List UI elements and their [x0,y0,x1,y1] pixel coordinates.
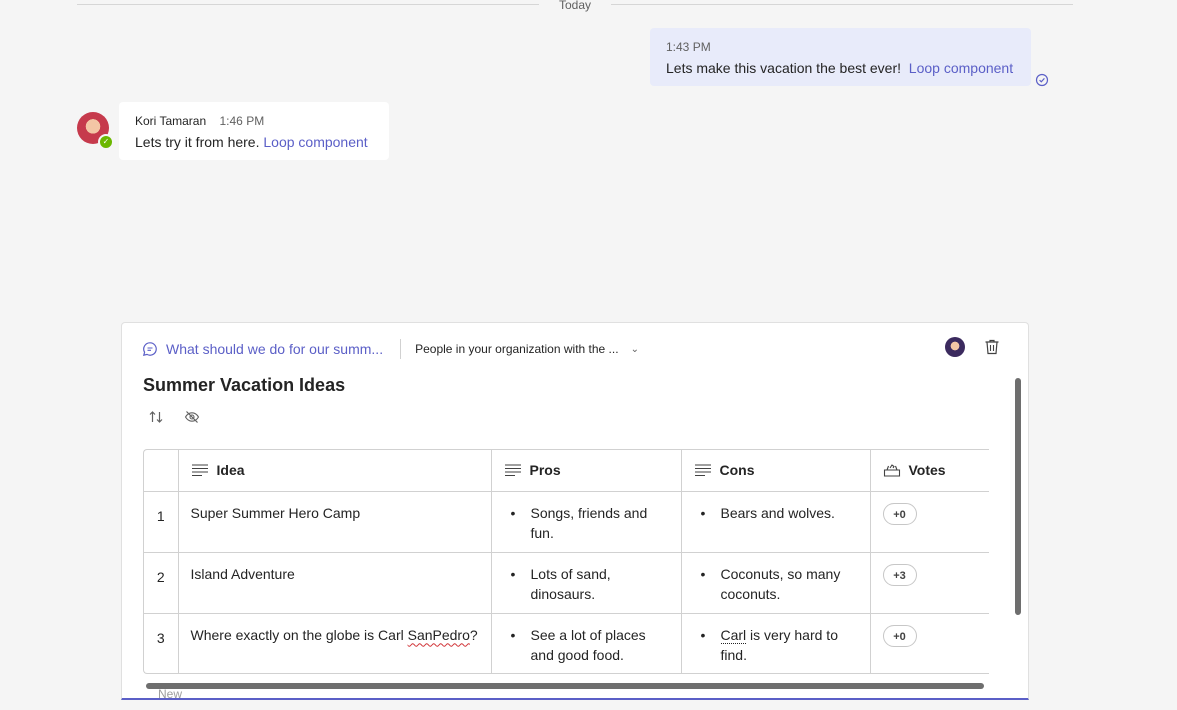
incoming-message-bubble[interactable]: Kori Tamaran 1:46 PM Lets try it from he… [119,102,389,160]
mention-word: Carl [720,626,747,644]
cons-cell[interactable]: • Coconuts, so many coconuts. [681,552,871,614]
vote-button[interactable]: +3 [882,563,917,586]
row-number-header [144,450,179,492]
cons-text: Bears and wolves. [720,504,835,521]
loop-table-title: Summer Vacation Ideas [143,375,346,395]
chat-bubble-icon [142,342,157,357]
cons-text: Carl is very hard to find. [720,625,858,665]
read-receipt-icon [1035,73,1049,87]
idea-text: Where exactly on the globe is Carl [190,626,408,643]
text-column-icon [504,464,521,477]
ballot-box-icon [883,464,900,477]
sharing-permission-dropdown[interactable]: People in your organization with the ... [415,342,618,356]
column-header-label: Cons [719,462,755,479]
table-row: 2 Island Adventure • Lots of sand, dinosa… [144,552,989,614]
misspelled-word: SanPedro [407,626,470,643]
pros-text: See a lot of places and good food. [530,626,646,663]
bullet: • [510,565,516,582]
collaborator-avatar[interactable] [945,337,965,357]
row-number: 1 [144,491,179,553]
column-header-label: Idea [216,462,245,479]
bullet: • [700,626,706,643]
horizontal-scrollbar[interactable] [146,683,984,689]
table-row: 1 Super Summer Hero Camp • Songs, friends… [144,491,989,553]
table-header-row: Idea Pros Cons Votes [144,450,989,492]
row-number: 2 [144,552,179,614]
own-message-time: 1:43 PM [666,40,711,54]
pros-cell[interactable]: • See a lot of places and good food. [491,613,682,673]
vote-button[interactable]: +0 [882,502,917,525]
idea-cell[interactable]: Super Summer Hero Camp [178,491,492,553]
divider-line-right [611,4,1073,5]
day-divider-label: Today [558,0,592,12]
card-header: What should we do for our summ... People… [142,339,639,359]
incoming-message-time: 1:46 PM [219,114,265,128]
column-header-label: Pros [529,462,561,479]
own-message-text: Lets make this vacation the best ever! L… [666,58,1015,78]
presence-available-icon: ✓ [98,134,114,150]
header-separator [400,339,402,359]
chevron-down-icon[interactable]: ⌄ [631,344,639,355]
vote-button[interactable]: +0 [882,624,917,647]
pros-cell[interactable]: • Songs, friends and fun. [491,491,682,553]
own-message-bubble[interactable]: 1:43 PM Lets make this vacation the best… [650,28,1031,86]
column-header-votes[interactable]: Votes [870,450,989,492]
idea-text-suffix: ? [469,626,478,643]
table-row: 3 Where exactly on the globe is Carl San… [144,613,989,673]
text-column-icon [694,464,711,477]
pros-text: Songs, friends and fun. [530,504,648,541]
pros-text: Lots of sand, dinosaurs. [530,565,611,602]
idea-cell[interactable]: Island Adventure [178,552,492,614]
column-header-idea[interactable]: Idea [178,450,492,492]
bullet: • [510,626,516,643]
row-number: 3 [144,613,179,673]
incoming-message-text: Lets try it from here. Loop component [135,132,373,152]
own-loop-component-link[interactable]: Loop component [909,60,1013,76]
cons-text: Coconuts, so many coconuts. [720,565,841,602]
loop-component-card: What should we do for our summ... People… [121,322,1029,700]
cons-cell[interactable]: • Bears and wolves. [681,491,871,553]
column-header-pros[interactable]: Pros [491,450,682,492]
vertical-scrollbar[interactable] [1015,378,1021,615]
chat-thread-link[interactable]: What should we do for our summ... [166,341,383,357]
incoming-message-body: Lets try it from here. [135,134,260,150]
divider-line-left [77,4,539,5]
bullet: • [510,504,516,521]
column-header-cons[interactable]: Cons [681,450,871,492]
idea-cell[interactable]: Where exactly on the globe is Carl SanPe… [178,613,492,673]
column-header-label: Votes [908,462,946,479]
hide-column-icon[interactable] [184,409,200,425]
incoming-message-meta: Kori Tamaran 1:46 PM [135,113,373,129]
incoming-loop-component-link[interactable]: Loop component [263,134,367,150]
cons-cell[interactable]: • Carl is very hard to find. [681,613,871,673]
votes-cell: +0 [870,491,989,553]
bullet: • [700,565,706,582]
trash-icon[interactable] [983,338,1001,356]
sender-name[interactable]: Kori Tamaran [135,114,206,128]
text-column-icon [191,464,208,477]
sort-icon[interactable] [148,409,164,425]
pros-cell[interactable]: • Lots of sand, dinosaurs. [491,552,682,614]
loop-table: Idea Pros Cons Votes 1 Super Summer Hero… [143,449,989,674]
own-message-body: Lets make this vacation the best ever! [666,60,902,76]
votes-cell: +3 [870,552,989,614]
bullet: • [700,504,706,521]
votes-cell: +0 [870,613,989,673]
